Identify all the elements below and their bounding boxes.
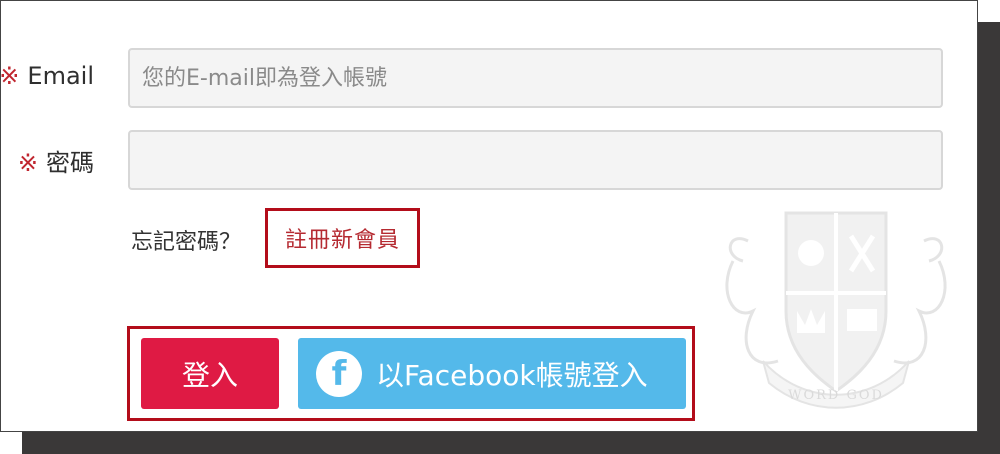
crest-motto: WORD GOD [788,388,884,403]
required-mark: ※ [0,62,20,90]
email-label-text: Email [27,62,94,90]
password-label: ※ 密碼 [18,143,94,178]
facebook-login-button[interactable]: f 以Facebook帳號登入 [298,338,686,409]
register-highlight-box: 註冊新會員 [265,208,420,268]
crest-watermark-icon: WORD GOD [725,211,947,409]
login-form-card: ※Email ※密碼 忘記密碼？ 註冊新會員 登入 f 以Facebook帳號登… [0,0,978,432]
facebook-login-label: 以Facebook帳號登入 [376,358,648,392]
forgot-password-link[interactable]: 忘記密碼？ [131,224,241,256]
buttons-highlight-box: 登入 f 以Facebook帳號登入 [127,326,695,421]
facebook-icon: f [316,350,362,397]
required-mark: ※ [17,149,38,177]
email-label: ※ Email [0,62,94,90]
login-button[interactable]: 登入 [141,338,279,409]
password-label-text: 密碼 [46,149,94,177]
password-input[interactable] [128,130,943,190]
register-link[interactable]: 註冊新會員 [285,222,400,254]
email-input[interactable] [128,48,943,108]
